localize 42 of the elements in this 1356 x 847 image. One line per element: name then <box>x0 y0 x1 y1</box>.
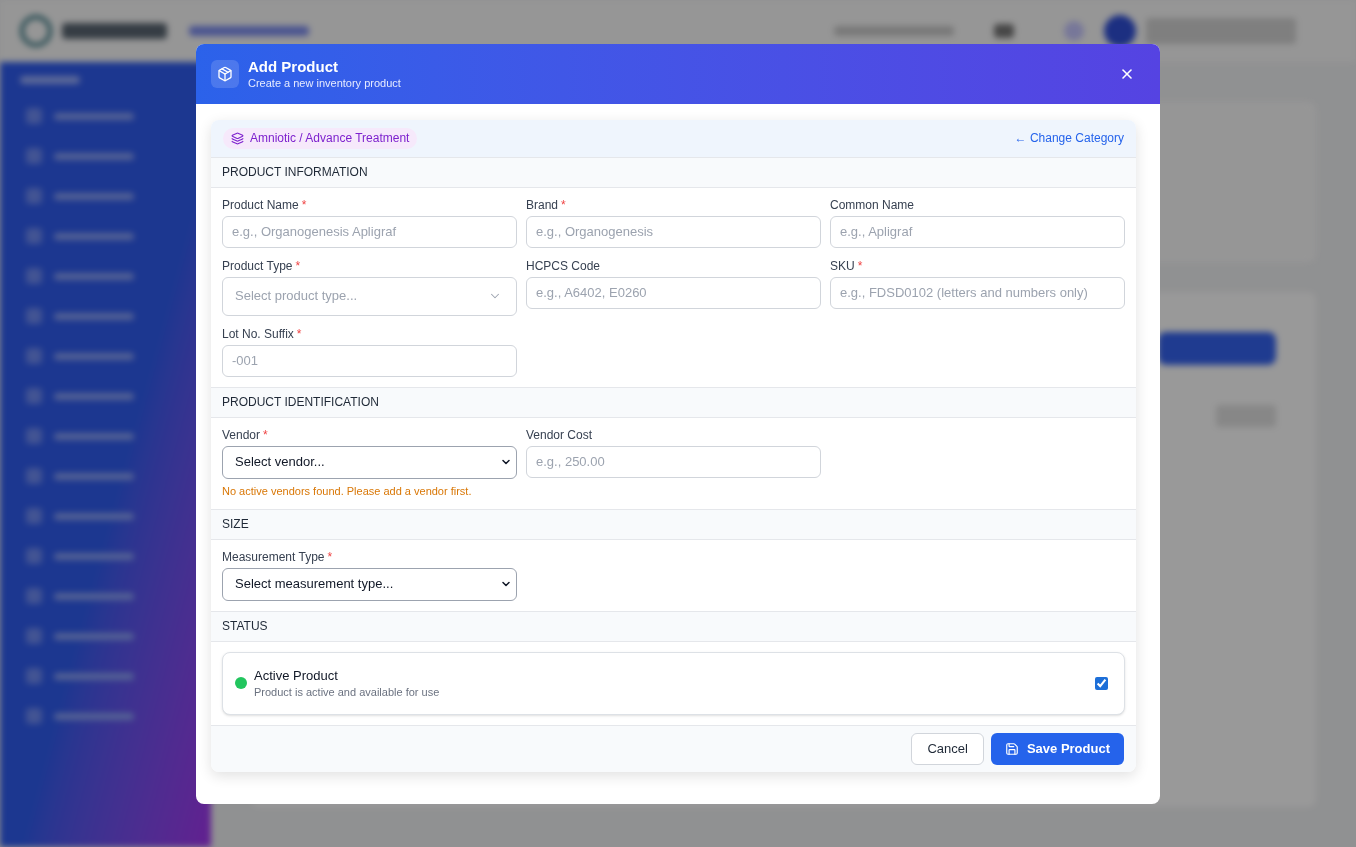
required-asterisk: * <box>263 426 268 443</box>
text-input[interactable]: e.g., 250.00 <box>526 445 821 478</box>
field-label: SKU <box>830 257 855 274</box>
required-asterisk: * <box>857 257 863 274</box>
layers-icon <box>231 131 244 145</box>
field-label: HCPCS Code <box>526 257 601 274</box>
change-category-link[interactable]: ← Change Category <box>1014 129 1124 147</box>
box-icon <box>211 59 239 88</box>
text-input[interactable]: e.g., FDSD0102 (letters and numbers only) <box>830 276 1125 309</box>
status-title: Active Product <box>254 666 339 685</box>
cancel-button[interactable]: Cancel <box>911 732 984 765</box>
dialog-subtitle: Create a new inventory product <box>248 75 401 91</box>
text-input[interactable]: e.g., Apligraf <box>830 215 1125 248</box>
text-input[interactable]: e.g., Organogenesis Apligraf <box>222 215 517 248</box>
required-asterisk: * <box>561 196 566 213</box>
field-label: Vendor <box>222 426 261 443</box>
save-product-button[interactable]: Save Product <box>990 732 1124 765</box>
text-input[interactable]: e.g., A6402, E0260 <box>526 276 821 309</box>
field-label: Brand <box>526 196 559 213</box>
required-asterisk: * <box>327 548 333 565</box>
field-label: Measurement Type <box>222 548 325 565</box>
field-label: Product Type <box>222 257 293 274</box>
field-label: Product Name <box>222 196 299 213</box>
active-checkbox[interactable] <box>1095 676 1108 690</box>
select-field[interactable]: Select measurement type... <box>222 567 517 601</box>
section-header: PRODUCT IDENTIFICATION <box>211 386 1136 418</box>
field-label: Vendor Cost <box>526 426 593 443</box>
category-label: Amniotic / Advance Treatment <box>250 130 410 147</box>
section-header: SIZE <box>211 508 1136 540</box>
required-asterisk: * <box>296 325 302 342</box>
select-field[interactable]: Select vendor... <box>222 445 517 479</box>
section-header: STATUS <box>211 610 1136 642</box>
status-description: Product is active and available for use <box>254 684 440 700</box>
field-label: Lot No. Suffix <box>222 325 294 342</box>
text-input[interactable]: e.g., Organogenesis <box>526 215 821 248</box>
text-input[interactable]: -001 <box>222 344 517 377</box>
dialog-title: Add Product <box>248 56 339 76</box>
required-asterisk: * <box>295 257 301 274</box>
section-header: PRODUCT INFORMATION <box>211 156 1136 188</box>
required-asterisk: * <box>301 196 307 213</box>
warning-message: No active vendors found. Please add a vendor first. <box>222 483 473 499</box>
field-label: Common Name <box>830 196 915 213</box>
